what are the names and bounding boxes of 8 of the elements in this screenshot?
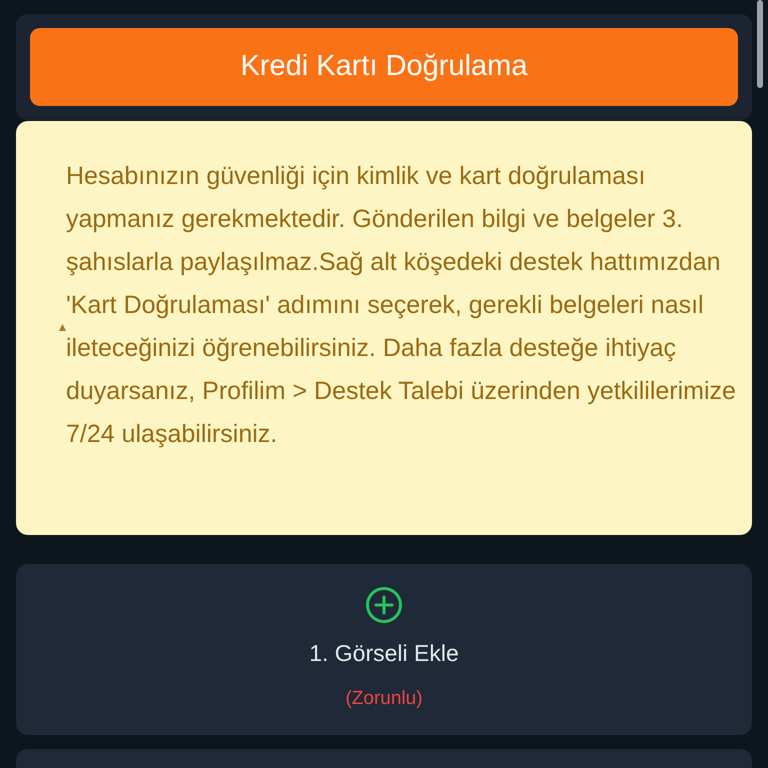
add-icon <box>365 586 403 624</box>
upload-card[interactable]: 1. Görseli Ekle (Zorunlu) <box>16 564 752 735</box>
notice-text: Hesabınızın güvenliği için kimlik ve kart doğrulaması yapmanız gerekmektedir. Gönderilen bilgi ve belgeler 3. şahıslarla paylaşılmaz.Sağ alt köşedeki destek hattımızdan 'Kart Doğrulaması' adımını seçerek, gerekli belgeleri nasıl ileteceğinizi öğrenebilirsiniz. Daha fazla desteğe ihtiyaç duyarsanız, Profilim > Destek Talebi üzerinden yetkililerimize 7/24 ulaşabilirsiniz. <box>66 161 737 450</box>
page-title: Kredi Kartı Doğrulama <box>30 28 738 106</box>
warning-icon <box>59 324 66 331</box>
scrollbar-thumb[interactable] <box>757 0 763 88</box>
required-note: (Zorunlu) <box>345 686 423 710</box>
upload-label: 1. Görseli Ekle <box>309 639 459 668</box>
